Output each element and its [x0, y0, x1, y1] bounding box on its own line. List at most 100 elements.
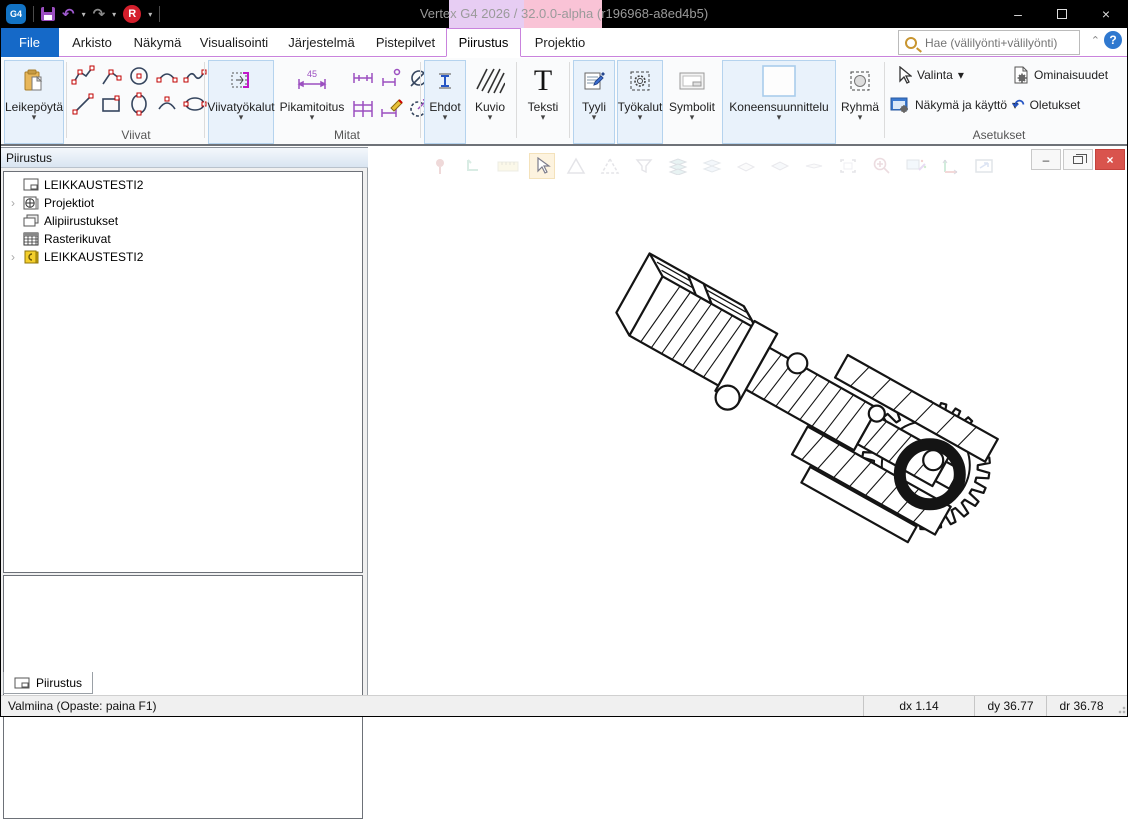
tree-row-alipiirustukset[interactable]: Alipiirustukset	[4, 212, 362, 230]
tab-nakyma[interactable]: Näkymä	[125, 28, 190, 57]
layers-light-icon[interactable]	[699, 153, 725, 179]
window-maximize-button[interactable]	[1040, 0, 1084, 28]
layer-flat-icon[interactable]	[733, 153, 759, 179]
defaults-label: Oletukset	[1030, 98, 1081, 112]
group-icon	[847, 66, 873, 96]
document-minimize-button[interactable]: –	[1031, 149, 1061, 170]
color-picker-icon[interactable]	[903, 153, 929, 179]
document-close-button[interactable]: ×	[1095, 149, 1125, 170]
arc3-tool-icon[interactable]	[154, 92, 180, 116]
clipboard-button[interactable]: Leikepöytä ▾	[4, 60, 64, 144]
expand-chevron-icon[interactable]: ›	[8, 196, 18, 210]
document-window-controls: – ×	[1031, 149, 1125, 170]
status-dy: dy 36.77	[974, 696, 1046, 717]
canvas-floating-toolbar	[427, 153, 997, 179]
resize-grip[interactable]	[1116, 696, 1128, 717]
pan-icon[interactable]	[461, 153, 487, 179]
symbols-button[interactable]: Symbolit ▾	[666, 60, 718, 144]
tab-jarjestelma[interactable]: Järjestelmä	[278, 28, 365, 57]
node-dimension-icon[interactable]	[378, 66, 404, 90]
line-tools-icon	[228, 66, 254, 96]
selection-button[interactable]: Valinta ▾	[896, 66, 964, 84]
tree-row-projektiot[interactable]: › Projektiot	[4, 194, 362, 212]
paste-icon	[21, 66, 47, 96]
dropdown-caret-icon: ▾	[638, 114, 643, 120]
expand-chevron-icon[interactable]: ›	[8, 250, 18, 264]
layer-thin-icon[interactable]	[801, 153, 827, 179]
window-minimize-button[interactable]: –	[996, 0, 1040, 28]
tools-icon	[627, 66, 653, 96]
sidebar-tabbar: Piirustus	[0, 672, 368, 695]
view-and-use-button[interactable]: Näkymä ja käyttö ▾	[890, 96, 1018, 114]
quick-dimension-button[interactable]: 45 Pikamitoitus ▾	[276, 60, 348, 132]
angle-line-tool-icon[interactable]	[98, 64, 124, 88]
triangle-dashed-icon[interactable]	[597, 153, 623, 179]
tools-button[interactable]: Työkalut ▾	[617, 60, 663, 144]
drawing-canvas[interactable]: – ×	[369, 147, 1128, 695]
group-button[interactable]: Ryhmä ▾	[840, 60, 880, 144]
search-box[interactable]	[898, 30, 1080, 55]
tree-label: Projektiot	[44, 196, 94, 210]
drawing-icon	[23, 178, 39, 192]
triangle-icon[interactable]	[563, 153, 589, 179]
document-restore-button[interactable]	[1063, 149, 1093, 170]
dropdown-caret-icon: ▾	[239, 114, 244, 120]
style-button[interactable]: Tyyli ▾	[573, 60, 615, 144]
defaults-button[interactable]: ↶ Oletukset	[1012, 96, 1080, 114]
selection-frame-icon[interactable]	[835, 153, 861, 179]
text-icon: T	[534, 66, 552, 96]
group-label-asetukset: Asetukset	[890, 128, 1108, 142]
group-separator	[66, 62, 67, 138]
text-button[interactable]: T Teksti ▾	[520, 60, 566, 144]
hatch-button[interactable]: Kuvio ▾	[468, 60, 512, 144]
tab-visualisointi[interactable]: Visualisointi	[190, 28, 278, 57]
arc-tool-icon[interactable]	[154, 64, 180, 88]
constraints-button[interactable]: Ehdot ▾	[424, 60, 466, 144]
style-icon	[581, 66, 607, 96]
help-icon[interactable]: ?	[1104, 31, 1122, 49]
ruler-icon[interactable]	[495, 153, 521, 179]
tree-row-rasterikuvat[interactable]: Rasterikuvat	[4, 230, 362, 248]
layers-icon[interactable]	[665, 153, 691, 179]
group-separator	[204, 62, 205, 138]
tree-label: LEIKKAUSTESTI2	[44, 250, 143, 264]
tree-row-leikkaustesti2[interactable]: › LEIKKAUSTESTI2	[4, 248, 362, 266]
pin-icon[interactable]	[427, 153, 453, 179]
viivat-tools	[70, 64, 208, 118]
edit-dimension-icon[interactable]	[378, 96, 404, 120]
quick-dimension-icon: 45	[295, 66, 329, 96]
layer-flat2-icon[interactable]	[767, 153, 793, 179]
selection-cursor-icon	[896, 66, 912, 84]
fit-view-icon[interactable]	[971, 153, 997, 179]
view-and-use-label: Näkymä ja käyttö	[915, 98, 1007, 112]
search-input[interactable]	[923, 35, 1063, 51]
window-close-button[interactable]: ×	[1084, 0, 1128, 28]
tree-row-root[interactable]: LEIKKAUSTESTI2	[4, 176, 362, 194]
chain-dimension-icon[interactable]	[350, 96, 376, 120]
polyline-tool-icon[interactable]	[70, 64, 96, 88]
tree-label: LEIKKAUSTESTI2	[44, 178, 143, 192]
sidebar-tab-piirustus[interactable]: Piirustus	[3, 672, 93, 694]
line-tool-icon[interactable]	[70, 92, 96, 116]
subdrawings-icon	[23, 214, 39, 228]
properties-button[interactable]: Ominaisuudet	[1012, 66, 1108, 84]
tab-piirustus[interactable]: Piirustus	[446, 28, 521, 57]
axes-icon[interactable]	[937, 153, 963, 179]
collapse-ribbon-caret-icon[interactable]: ⌃	[1091, 34, 1100, 47]
tab-pistepilvet[interactable]: Pistepilvet	[365, 28, 446, 57]
filter-icon[interactable]	[631, 153, 657, 179]
linear-dimension-icon[interactable]	[350, 66, 376, 90]
rectangle-tool-icon[interactable]	[98, 92, 124, 116]
machine-design-button[interactable]: Koneensuunnittelu ▾	[722, 60, 836, 144]
window-title: Vertex G4 2026 / 32.0.0-alpha (r196968-a…	[0, 6, 1128, 21]
tab-arkisto[interactable]: Arkisto	[59, 28, 125, 57]
properties-icon	[1012, 66, 1029, 84]
ellipse-tool-icon[interactable]	[126, 92, 152, 116]
zoom-in-icon[interactable]	[869, 153, 895, 179]
dropdown-caret-icon: ▾	[858, 114, 863, 120]
circle-tool-icon[interactable]	[126, 64, 152, 88]
line-tools-button[interactable]: Viivatyökalut ▾	[208, 60, 274, 144]
tab-file[interactable]: File	[0, 28, 59, 57]
select-cursor-icon[interactable]	[529, 153, 555, 179]
tab-projektio[interactable]: Projektio	[521, 28, 599, 57]
